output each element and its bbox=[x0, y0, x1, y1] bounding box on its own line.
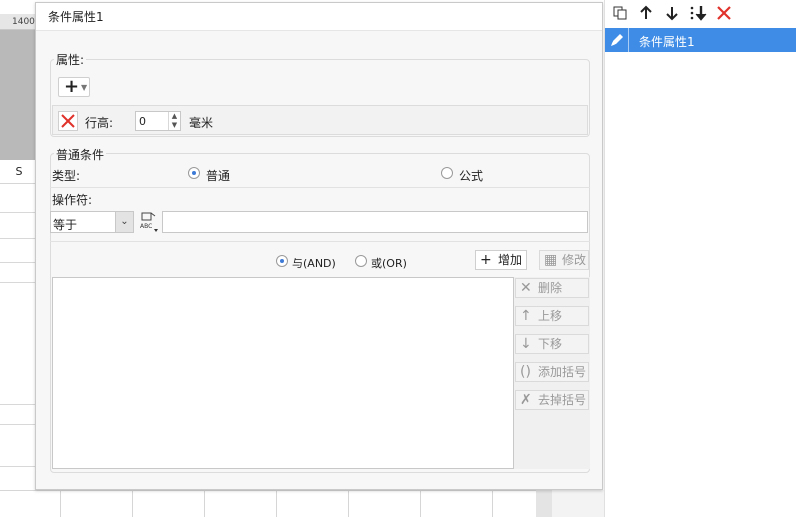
plus-icon: + bbox=[480, 252, 492, 268]
chevron-down-icon[interactable]: ⌄ bbox=[115, 212, 133, 232]
brackets-icon: () bbox=[520, 364, 531, 380]
grid-line bbox=[420, 490, 421, 517]
type-formula-label[interactable]: 公式 bbox=[459, 167, 483, 184]
add-attribute-button[interactable]: + ▼ bbox=[58, 77, 90, 97]
modify-condition-label: 修改 bbox=[562, 253, 587, 267]
remove-bracket-button[interactable]: ✗ 去掉括号 bbox=[515, 390, 589, 410]
grid-line bbox=[0, 212, 38, 213]
remove-attribute-button[interactable] bbox=[58, 111, 78, 131]
close-icon: ✕ bbox=[520, 280, 532, 296]
operator-select[interactable]: 等于 ⌄ bbox=[50, 211, 134, 233]
grid-line bbox=[132, 490, 133, 517]
move-down-tool[interactable] bbox=[663, 5, 681, 23]
operator-value: 等于 bbox=[53, 218, 78, 232]
divider bbox=[50, 187, 590, 188]
svg-text:ABC: ABC bbox=[140, 223, 152, 230]
common-conditions-label: 普通条件 bbox=[54, 146, 107, 163]
delete-icon bbox=[61, 114, 75, 128]
ruler: 1400 bbox=[0, 14, 38, 30]
panel-toolbar bbox=[605, 0, 796, 28]
edit-item-button[interactable] bbox=[605, 28, 629, 52]
type-normal-label[interactable]: 普通 bbox=[206, 167, 230, 184]
logic-or-radio[interactable] bbox=[355, 255, 367, 267]
pencil-icon bbox=[611, 34, 623, 46]
remove-bracket-label: 去掉括号 bbox=[538, 393, 587, 407]
arrow-up-icon: ↑ bbox=[520, 308, 532, 324]
grid-strip bbox=[552, 490, 604, 517]
type-normal-radio[interactable] bbox=[188, 167, 200, 179]
copy-icon bbox=[613, 6, 627, 20]
arrow-down-icon: ↓ bbox=[520, 336, 532, 352]
chevron-down-icon[interactable]: ▼ bbox=[169, 121, 180, 130]
value-type-button[interactable]: ABC bbox=[138, 211, 160, 233]
list-item[interactable]: 条件属性1 bbox=[605, 28, 796, 52]
grid-bottom bbox=[0, 490, 540, 517]
grid-line bbox=[0, 424, 38, 425]
condition-list[interactable] bbox=[52, 277, 514, 469]
dialog-title: 条件属性1 bbox=[36, 3, 602, 31]
move-up-tool[interactable] bbox=[637, 5, 655, 23]
copy-button[interactable] bbox=[611, 5, 629, 23]
sheet-gray-area bbox=[0, 30, 38, 160]
logic-and-radio[interactable] bbox=[276, 255, 288, 267]
arrow-down-icon bbox=[666, 7, 678, 21]
condition-list-panel: 条件属性1 bbox=[604, 0, 796, 517]
type-formula-radio[interactable] bbox=[441, 167, 453, 179]
column-label: S bbox=[0, 160, 38, 184]
move-down-button[interactable]: ↓ 下移 bbox=[515, 334, 589, 354]
row-height-stepper[interactable]: 0 ▲ ▼ bbox=[135, 111, 181, 131]
delete-tool[interactable] bbox=[715, 5, 733, 23]
arrow-up-icon bbox=[640, 5, 652, 19]
add-bracket-label: 添加括号 bbox=[538, 365, 587, 379]
grid-line bbox=[0, 404, 38, 405]
remove-brackets-icon: ✗ bbox=[520, 392, 532, 408]
grid-line bbox=[348, 490, 349, 517]
move-up-button[interactable]: ↑ 上移 bbox=[515, 306, 589, 326]
divider bbox=[50, 241, 590, 242]
logic-or-label[interactable]: 或(OR) bbox=[371, 255, 407, 271]
type-label: 类型: bbox=[52, 169, 81, 183]
grid-line bbox=[276, 490, 277, 517]
grid-line bbox=[60, 490, 61, 517]
condition-value-input[interactable] bbox=[162, 211, 588, 233]
plus-icon: + bbox=[64, 76, 80, 97]
move-bottom-tool[interactable] bbox=[689, 5, 707, 23]
ruler-label: 1400 bbox=[12, 17, 35, 27]
move-down-label: 下移 bbox=[538, 337, 563, 351]
logic-and-label[interactable]: 与(AND) bbox=[292, 255, 336, 271]
add-condition-label: 增加 bbox=[498, 253, 523, 267]
stepper-arrows[interactable]: ▲ ▼ bbox=[168, 112, 180, 130]
abc-icon: ABC bbox=[140, 212, 158, 232]
move-up-label: 上移 bbox=[538, 309, 563, 323]
move-bottom-icon bbox=[690, 6, 707, 21]
operator-label: 操作符: bbox=[52, 193, 93, 207]
caret-down-icon: ▼ bbox=[81, 83, 88, 92]
chevron-up-icon[interactable]: ▲ bbox=[169, 112, 180, 121]
grid-line bbox=[0, 466, 38, 467]
edit-icon: ▦ bbox=[544, 252, 558, 268]
grid-line bbox=[0, 262, 38, 263]
unit-label: 毫米 bbox=[189, 116, 214, 130]
add-bracket-button[interactable]: () 添加括号 bbox=[515, 362, 589, 382]
list-item-label: 条件属性1 bbox=[639, 35, 695, 49]
delete-icon bbox=[717, 6, 731, 20]
grid-line bbox=[0, 238, 38, 239]
grid-line bbox=[0, 282, 38, 283]
grid-line bbox=[492, 490, 493, 517]
row-height-label: 行高: bbox=[85, 116, 114, 130]
condition-attributes-dialog: 条件属性1 属性: + ▼ 行高: 0 ▲ ▼ 毫米 普通条件 类型: 普通 公… bbox=[35, 2, 603, 490]
modify-condition-button[interactable]: ▦ 修改 bbox=[539, 250, 589, 270]
grid-line bbox=[204, 490, 205, 517]
row-height-row: 行高: 0 ▲ ▼ 毫米 bbox=[52, 105, 588, 135]
attributes-label: 属性: bbox=[54, 51, 87, 68]
delete-condition-label: 删除 bbox=[538, 281, 563, 295]
row-height-value: 0 bbox=[139, 115, 146, 128]
delete-condition-button[interactable]: ✕ 删除 bbox=[515, 278, 589, 298]
add-condition-button[interactable]: + 增加 bbox=[475, 250, 527, 270]
